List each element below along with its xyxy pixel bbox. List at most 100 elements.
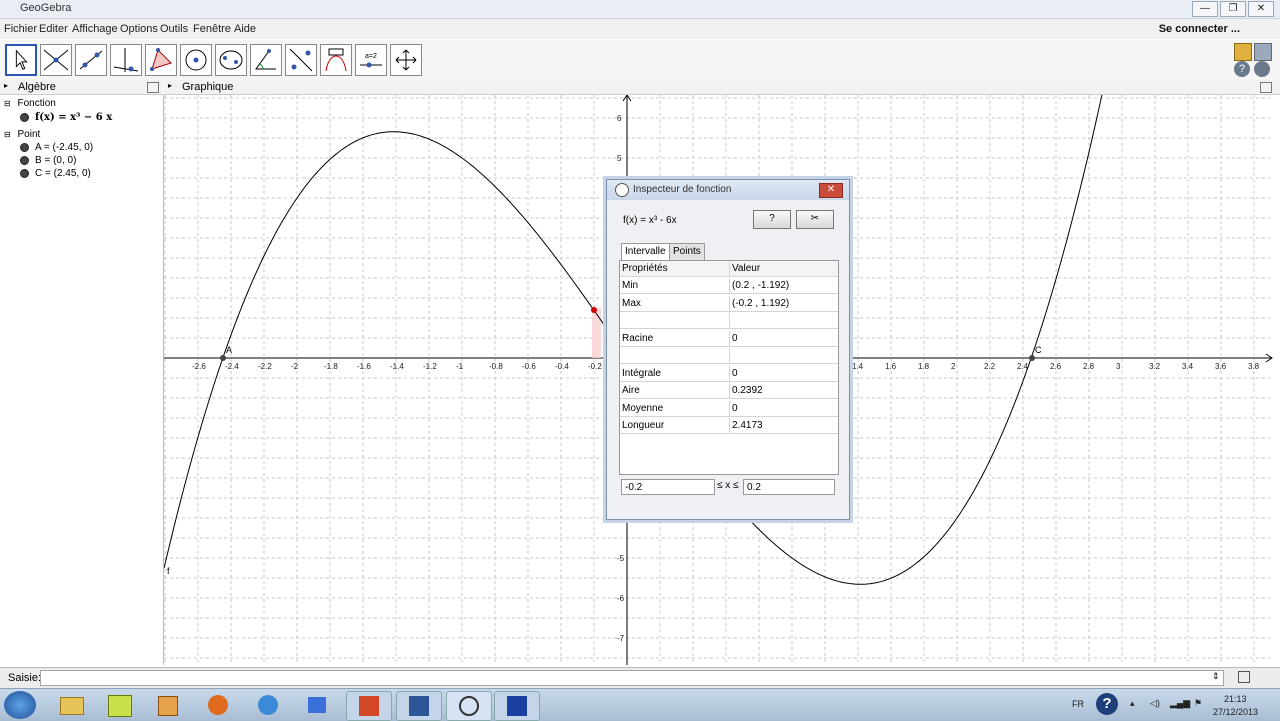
taskbar-ie[interactable] — [246, 691, 290, 719]
help-tray-icon[interactable]: ? — [1096, 693, 1118, 715]
property-value-cell[interactable] — [730, 313, 838, 329]
point-a[interactable] — [220, 355, 226, 361]
property-value-cell[interactable]: 0 — [730, 401, 838, 417]
taskbar-grid-app[interactable] — [98, 691, 142, 719]
property-name-cell[interactable]: Longueur — [620, 418, 730, 434]
visibility-dot-icon[interactable] — [20, 155, 29, 165]
share-icon[interactable] — [1254, 43, 1272, 61]
taskbar-powerpoint[interactable] — [346, 691, 392, 721]
collapse-arrow-icon[interactable]: ▸ — [4, 81, 8, 90]
options-button[interactable]: ✂ — [796, 210, 834, 229]
folder-icon[interactable] — [1234, 43, 1252, 61]
menu-help[interactable]: Aide — [234, 23, 256, 35]
window-titlebar: GeoGebra — ❐ ✕ — [0, 0, 1280, 19]
text-tool-button[interactable]: a=2 — [355, 44, 387, 76]
sign-in-link[interactable]: Se connecter ... — [1159, 23, 1240, 35]
start-button[interactable] — [4, 691, 36, 719]
input-field[interactable] — [40, 670, 1224, 686]
property-name-cell[interactable]: Intégrale — [620, 365, 730, 382]
dropdown-arrow-icon[interactable]: ⇕ — [1212, 671, 1220, 682]
collapse-arrow-icon[interactable]: ▸ — [168, 81, 172, 90]
point-tool-button[interactable] — [40, 44, 72, 76]
property-value-cell[interactable]: (-0.2 , 1.192) — [730, 296, 838, 312]
column-header-properties[interactable]: Propriétés — [620, 261, 730, 277]
menu-file[interactable]: Fichier — [4, 23, 37, 35]
visibility-dot-icon[interactable] — [20, 168, 29, 178]
tray-expand-icon[interactable]: ▴ — [1130, 698, 1135, 709]
clock-time[interactable]: 21:13 — [1224, 694, 1247, 704]
point-item-b[interactable]: B = (0, 0) — [20, 155, 76, 166]
property-name-cell[interactable]: Racine — [620, 330, 730, 347]
help-icon[interactable]: ? — [1234, 61, 1250, 77]
property-name-cell[interactable]: Min — [620, 278, 730, 294]
function-group[interactable]: ⊟ Fonction — [4, 98, 56, 109]
menu-window[interactable]: Fenêtre — [193, 23, 231, 35]
line-tool-button[interactable] — [75, 44, 107, 76]
network-icon[interactable]: ▂▄▆ — [1170, 698, 1190, 709]
taskbar-geogebra[interactable] — [446, 691, 492, 721]
visibility-dot-icon[interactable] — [20, 142, 29, 152]
ie-icon — [258, 695, 278, 715]
tab-points[interactable]: Points — [669, 243, 705, 261]
column-header-value[interactable]: Valeur — [730, 261, 838, 277]
conic-tool-button[interactable] — [215, 44, 247, 76]
panel-menu-icon[interactable] — [1260, 82, 1272, 93]
point-group[interactable]: ⊟ Point — [4, 129, 40, 140]
close-dialog-button[interactable]: ✕ — [819, 183, 843, 198]
circle-tool-button[interactable] — [180, 44, 212, 76]
language-indicator[interactable]: FR — [1072, 699, 1084, 709]
tab-interval[interactable]: Intervalle — [621, 243, 670, 261]
x-tick-label: 1.4 — [852, 362, 864, 371]
property-value-cell[interactable]: 0 — [730, 366, 838, 382]
move-view-tool-button[interactable] — [390, 44, 422, 76]
visibility-dot-icon[interactable] — [20, 113, 29, 122]
property-value-cell[interactable] — [730, 348, 838, 364]
property-name-cell[interactable]: Max — [620, 295, 730, 312]
property-value-cell[interactable]: 2.4173 — [730, 418, 838, 434]
taskbar-explorer[interactable] — [50, 691, 94, 719]
clock-date[interactable]: 27/12/2013 — [1213, 707, 1258, 717]
menu-edit[interactable]: Editer — [39, 23, 68, 35]
range-from-field[interactable]: -0.2 — [621, 479, 715, 495]
property-name-cell[interactable] — [620, 313, 730, 329]
point-item-c[interactable]: C = (2.45, 0) — [20, 168, 91, 179]
point-c[interactable] — [1029, 355, 1035, 361]
move-tool-button[interactable] — [5, 44, 37, 76]
close-window-button[interactable]: ✕ — [1248, 1, 1274, 17]
taskbar-media[interactable] — [146, 691, 190, 719]
help-button[interactable]: ? — [753, 210, 791, 229]
taskbar-app-blue[interactable] — [494, 691, 540, 721]
flag-icon[interactable]: ⚑ — [1194, 698, 1202, 709]
menu-options[interactable]: Options — [120, 23, 158, 35]
expand-icon[interactable]: ⊟ — [4, 99, 11, 108]
property-name-cell[interactable]: Moyenne — [620, 400, 730, 417]
function-item[interactable]: f(x) = x³ − 6 x — [20, 112, 112, 123]
taskbar-word[interactable] — [396, 691, 442, 721]
angle-tool-button[interactable] — [250, 44, 282, 76]
property-value-cell[interactable]: (0.2 , -1.192) — [730, 278, 838, 294]
property-value-cell[interactable]: 0 — [730, 331, 838, 347]
point-item-a[interactable]: A = (-2.45, 0) — [20, 142, 93, 153]
keyboard-icon[interactable] — [1238, 671, 1250, 683]
min-point[interactable] — [591, 307, 597, 313]
range-to-field[interactable]: 0.2 — [743, 479, 835, 495]
property-name-cell[interactable] — [620, 348, 730, 364]
polygon-tool-button[interactable] — [145, 44, 177, 76]
perpendicular-tool-button[interactable] — [110, 44, 142, 76]
slider-tool-button[interactable] — [320, 44, 352, 76]
dialog-titlebar[interactable]: Inspecteur de fonction ✕ — [607, 180, 849, 200]
menu-view[interactable]: Affichage — [72, 23, 118, 35]
expand-icon[interactable]: ⊟ — [4, 130, 11, 139]
reflect-tool-button[interactable] — [285, 44, 317, 76]
volume-icon[interactable]: ◁) — [1150, 698, 1160, 709]
property-name-cell[interactable]: Aire — [620, 383, 730, 399]
gear-icon[interactable] — [1254, 61, 1270, 77]
minimize-button[interactable]: — — [1192, 1, 1218, 17]
taskbar-apps[interactable] — [296, 691, 340, 719]
maximize-button[interactable]: ❐ — [1220, 1, 1246, 17]
taskbar-firefox[interactable] — [196, 691, 240, 719]
property-value-cell[interactable]: 0.2392 — [730, 383, 838, 399]
point-c-label: C — [1035, 345, 1042, 355]
panel-menu-icon[interactable] — [147, 82, 159, 93]
menu-tools[interactable]: Outils — [160, 23, 188, 35]
